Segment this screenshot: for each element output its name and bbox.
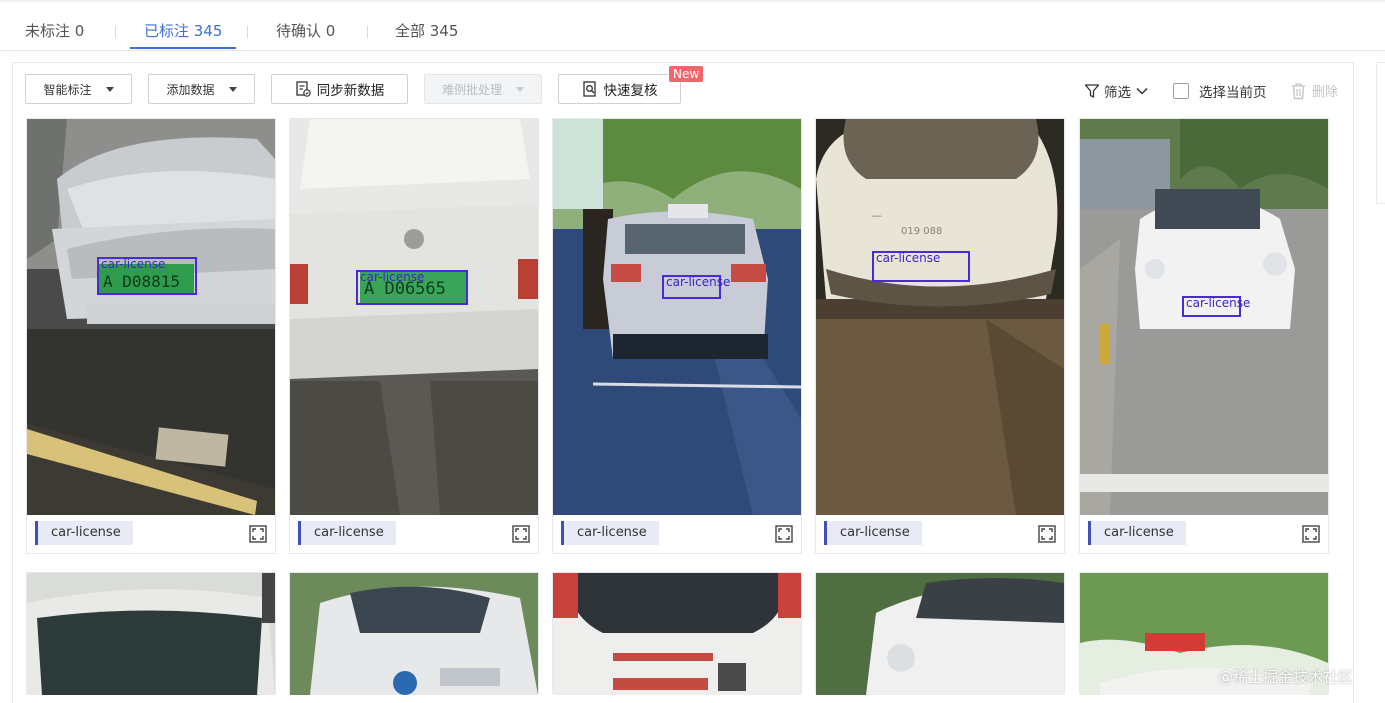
caret-down-icon [105, 86, 114, 92]
quick-review-button[interactable]: 快速复核 [558, 74, 681, 104]
card-footer: car-license [553, 515, 801, 553]
label-tag: car-license [298, 521, 396, 545]
label-tag: car-license [35, 521, 133, 545]
bbox-label: car-license [1186, 296, 1251, 310]
expand-icon[interactable] [775, 525, 793, 543]
filter-dropdown[interactable]: 筛选 [1084, 81, 1149, 101]
select-page-text: 选择当前页 [1199, 85, 1267, 101]
car-photo-thumbnail [27, 573, 275, 695]
image-card[interactable]: A D06565 car-license car-license [289, 118, 539, 554]
image-card[interactable] [552, 572, 802, 695]
annotation-bbox[interactable]: car-license [356, 270, 468, 305]
chevron-down-icon [1135, 84, 1149, 98]
quick-review-text: 快速复核 [603, 83, 658, 99]
label-tag: car-license [1088, 521, 1186, 545]
plate-text: 019 088 [901, 226, 942, 237]
delete-text: 删除 [1312, 85, 1339, 100]
tab-divider [115, 26, 116, 38]
image-card[interactable]: car-license car-license [552, 118, 802, 554]
annotation-bbox[interactable]: car-license [662, 275, 730, 299]
car-photo-thumbnail [290, 573, 538, 695]
side-panel [1376, 62, 1385, 204]
car-photo-thumbnail [816, 573, 1064, 695]
car-photo-thumbnail: — 019 088 car-license [816, 119, 1064, 515]
image-card[interactable] [289, 572, 539, 695]
tab-pending[interactable]: 待确认 0 [276, 20, 335, 49]
car-photo-thumbnail: car-license [553, 119, 801, 515]
bbox-label: car-license [666, 275, 731, 289]
image-card[interactable] [26, 572, 276, 695]
bbox-label: car-license [876, 251, 941, 265]
select-current-page[interactable]: 选择当前页 [1173, 81, 1267, 101]
document-sync-icon [295, 81, 311, 97]
batch-process-dropdown[interactable]: 难例批处理 [424, 74, 542, 104]
add-data-text: 添加数据 [166, 82, 215, 97]
decal-text: — [871, 209, 882, 222]
bbox-label: car-license [101, 257, 166, 271]
smart-label-dropdown[interactable]: 智能标注 [25, 74, 132, 104]
delete-button[interactable]: 删除 [1290, 81, 1338, 100]
sync-data-text: 同步新数据 [316, 83, 385, 99]
tab-divider [367, 26, 368, 38]
bbox-label: car-license [360, 270, 425, 284]
tab-divider [247, 26, 248, 38]
card-footer: car-license [290, 515, 538, 553]
car-photo-thumbnail [553, 573, 801, 695]
select-page-checkbox[interactable] [1173, 83, 1189, 99]
car-photo-thumbnail: A D08815 car-license [27, 119, 275, 515]
car-photo-thumbnail: car-license [1080, 119, 1328, 515]
label-tag: car-license [824, 521, 922, 545]
image-card[interactable] [815, 572, 1065, 695]
smart-label-text: 智能标注 [43, 82, 92, 97]
tab-labeled[interactable]: 已标注 345 [130, 20, 237, 49]
expand-icon[interactable] [1302, 525, 1320, 543]
image-card[interactable]: car-license car-license [1079, 118, 1329, 554]
batch-process-text: 难例批处理 [441, 82, 502, 97]
tab-all[interactable]: 全部 345 [395, 20, 458, 49]
annotation-bbox[interactable]: car-license [1182, 296, 1250, 317]
image-card[interactable]: — 019 088 car-license car-license [815, 118, 1065, 554]
card-footer: car-license [27, 515, 275, 553]
add-data-dropdown[interactable]: 添加数据 [148, 74, 255, 104]
caret-down-icon [516, 86, 524, 92]
card-footer: car-license [1080, 515, 1328, 553]
expand-icon[interactable] [1038, 525, 1056, 543]
expand-icon[interactable] [249, 525, 267, 543]
review-search-icon [582, 81, 598, 97]
trash-icon [1290, 82, 1307, 100]
annotation-bbox[interactable]: car-license [872, 251, 970, 282]
expand-icon[interactable] [512, 525, 530, 543]
caret-down-icon [228, 86, 237, 92]
sync-data-button[interactable]: 同步新数据 [271, 74, 408, 104]
tab-unlabeled[interactable]: 未标注 0 [25, 20, 84, 49]
label-tag: car-license [561, 521, 659, 545]
filter-text: 筛选 [1104, 85, 1131, 101]
card-footer: car-license [816, 515, 1064, 553]
image-card[interactable]: A D08815 car-license car-license [26, 118, 276, 554]
car-photo-thumbnail: A D06565 car-license [290, 119, 538, 515]
funnel-icon [1084, 83, 1100, 99]
watermark: @稀土掘金技术社区 [1218, 668, 1354, 686]
active-tab-indicator [130, 47, 237, 49]
new-badge: New [669, 66, 704, 82]
status-tabs: 未标注 0 已标注 345 待确认 0 全部 345 [0, 0, 1385, 51]
annotation-bbox[interactable]: car-license [97, 257, 197, 295]
